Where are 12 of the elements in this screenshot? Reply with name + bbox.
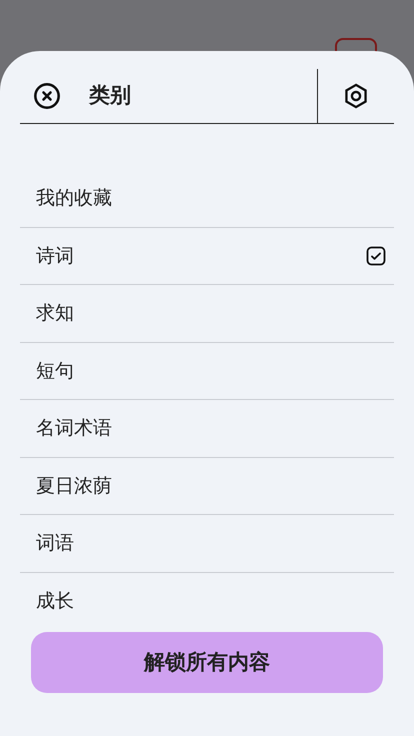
sheet-title: 类别 bbox=[89, 82, 131, 110]
category-label[interactable]: 短句 bbox=[36, 356, 74, 385]
category-label[interactable]: 夏日浓荫 bbox=[36, 472, 112, 500]
category-label[interactable]: 成长 bbox=[36, 587, 74, 616]
close-icon[interactable] bbox=[33, 82, 61, 110]
unlock-button[interactable]: 解锁所有内容 bbox=[31, 632, 383, 693]
category-label[interactable]: 求知 bbox=[36, 299, 74, 328]
category-label[interactable]: 名词术语 bbox=[36, 414, 112, 442]
checkbox-icon[interactable] bbox=[366, 246, 386, 266]
category-label[interactable]: 诗词 bbox=[36, 242, 74, 270]
category-label[interactable]: 我的收藏 bbox=[36, 184, 112, 212]
category-label[interactable]: 词语 bbox=[36, 529, 74, 558]
